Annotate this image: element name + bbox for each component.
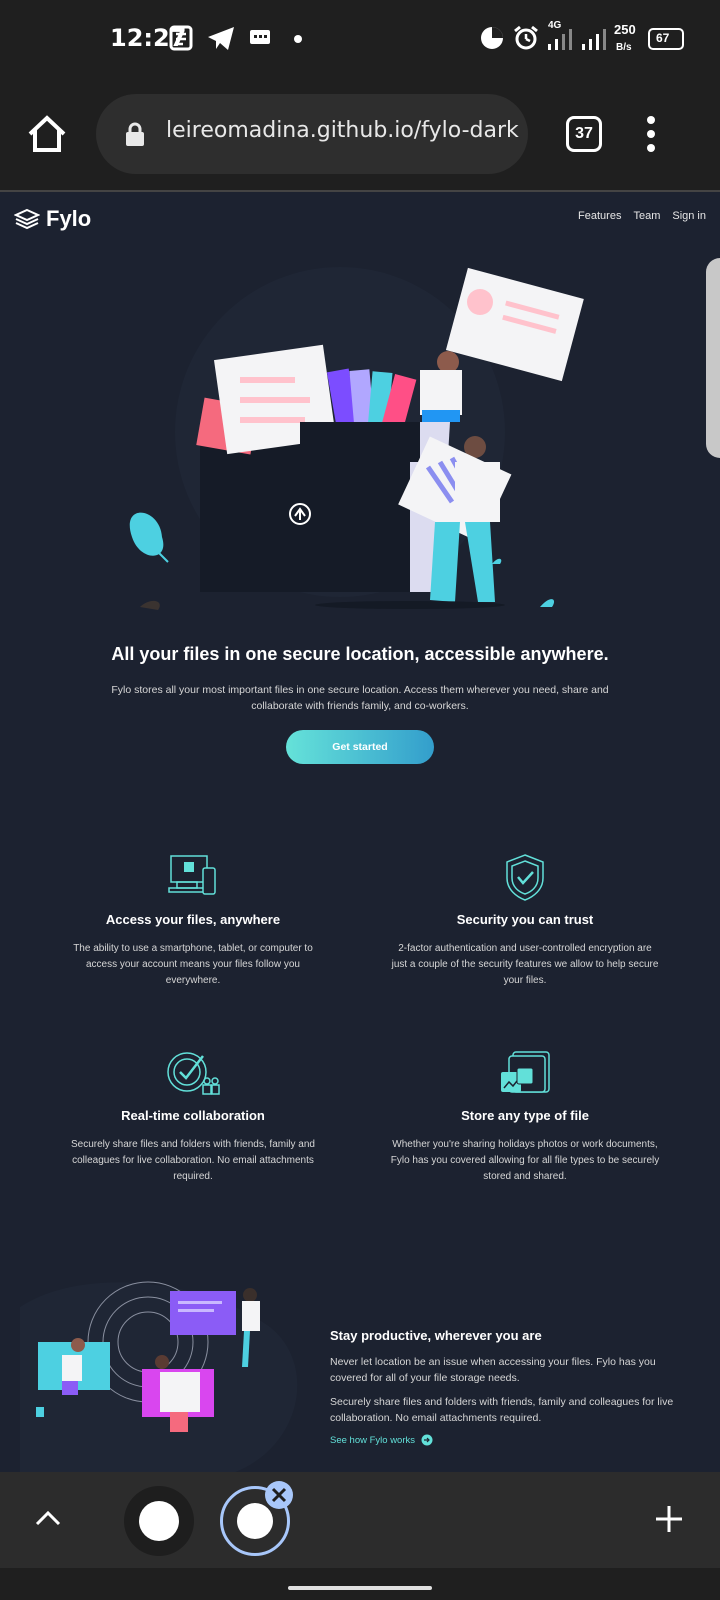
close-tab-icon[interactable] xyxy=(264,1480,294,1510)
fylo-logo[interactable]: Fylo xyxy=(14,206,91,232)
status-bar: 12:27 4G 250 B/s 67 xyxy=(0,0,720,80)
feature-storage: Store any type of file Whether you're sh… xyxy=(390,1048,660,1185)
hero-title: All your files in one secure location, a… xyxy=(111,644,609,664)
net-speed-value: 250 xyxy=(614,22,636,37)
lock-icon xyxy=(126,122,144,146)
logo-stack-icon xyxy=(14,208,40,230)
hero-description: Fylo stores all your most important file… xyxy=(111,684,609,712)
feature-title: Security you can trust xyxy=(456,912,594,927)
shield-icon xyxy=(506,854,544,901)
tab-switcher-button[interactable]: 37 xyxy=(566,116,602,152)
nav-features[interactable]: Features xyxy=(578,210,621,222)
hero-illustration xyxy=(129,267,584,610)
chevron-up-icon[interactable] xyxy=(34,1508,62,1528)
message-icon xyxy=(250,30,270,44)
link-label: See how Fylo works xyxy=(330,1434,416,1446)
feature-text: Securely share files and folders with fr… xyxy=(70,1139,315,1182)
feature-title: Store any type of file xyxy=(461,1108,589,1123)
scroll-handle[interactable] xyxy=(706,258,720,458)
net-speed-unit: B/s xyxy=(616,42,632,53)
productive-text-2: Securely share files and folders with fr… xyxy=(330,1396,674,1424)
web-page: Fylo Features Team Sign in All your file… xyxy=(0,192,720,1472)
folder-files-icon xyxy=(501,1051,550,1093)
nav-team[interactable]: Team xyxy=(633,210,660,222)
feature-collaboration: Real-time collaboration Securely share f… xyxy=(58,1048,328,1185)
browser-bottom-bar xyxy=(0,1472,720,1568)
productive-illustration xyxy=(20,1281,298,1472)
home-indicator[interactable] xyxy=(288,1586,432,1590)
productive-text-1: Never let location be an issue when acce… xyxy=(330,1356,656,1384)
new-tab-icon[interactable] xyxy=(654,1504,684,1534)
browser-toolbar: leireomadina.github.io/fylo-dark 37 xyxy=(0,80,720,190)
data-usage-icon xyxy=(481,27,503,49)
logo-text: Fylo xyxy=(46,206,92,231)
address-bar[interactable]: leireomadina.github.io/fylo-dark xyxy=(96,94,528,174)
site-nav: Features Team Sign in xyxy=(578,210,706,222)
see-how-fylo-works-link[interactable]: See how Fylo works xyxy=(330,1434,433,1446)
more-menu-icon[interactable] xyxy=(644,114,658,154)
gesture-bar xyxy=(0,1568,720,1600)
battery-icon: 67 xyxy=(648,28,684,50)
battery-level: 67 xyxy=(656,31,670,45)
productive-title: Stay productive, wherever you are xyxy=(330,1328,542,1343)
signal-icon-2 xyxy=(582,29,606,50)
feature-title: Access your files, anywhere xyxy=(105,912,281,927)
telegram-icon xyxy=(208,27,234,50)
feature-text: Whether you're sharing holidays photos o… xyxy=(390,1139,660,1182)
get-started-button[interactable]: Get started xyxy=(286,730,434,764)
dot-icon xyxy=(294,35,302,43)
tab-thumbnail-1[interactable] xyxy=(124,1486,194,1556)
alarm-icon xyxy=(514,25,538,50)
nav-sign-in[interactable]: Sign in xyxy=(672,210,706,222)
news-icon xyxy=(169,25,193,51)
url-text: leireomadina.github.io/fylo-dark xyxy=(166,118,519,143)
feature-text: 2-factor authentication and user-control… xyxy=(391,943,659,986)
devices-icon xyxy=(168,855,216,895)
feature-title: Real-time collaboration xyxy=(121,1108,265,1123)
tab-favicon-1 xyxy=(139,1501,179,1541)
feature-security: Security you can trust 2-factor authenti… xyxy=(390,852,660,989)
feature-text: The ability to use a smartphone, tablet,… xyxy=(73,943,313,986)
signal-icon xyxy=(548,29,572,50)
home-icon[interactable] xyxy=(26,114,68,154)
feature-access: Access your files, anywhere The ability … xyxy=(58,852,328,989)
collaboration-icon xyxy=(167,1052,220,1095)
arrow-circle-icon xyxy=(421,1434,433,1446)
